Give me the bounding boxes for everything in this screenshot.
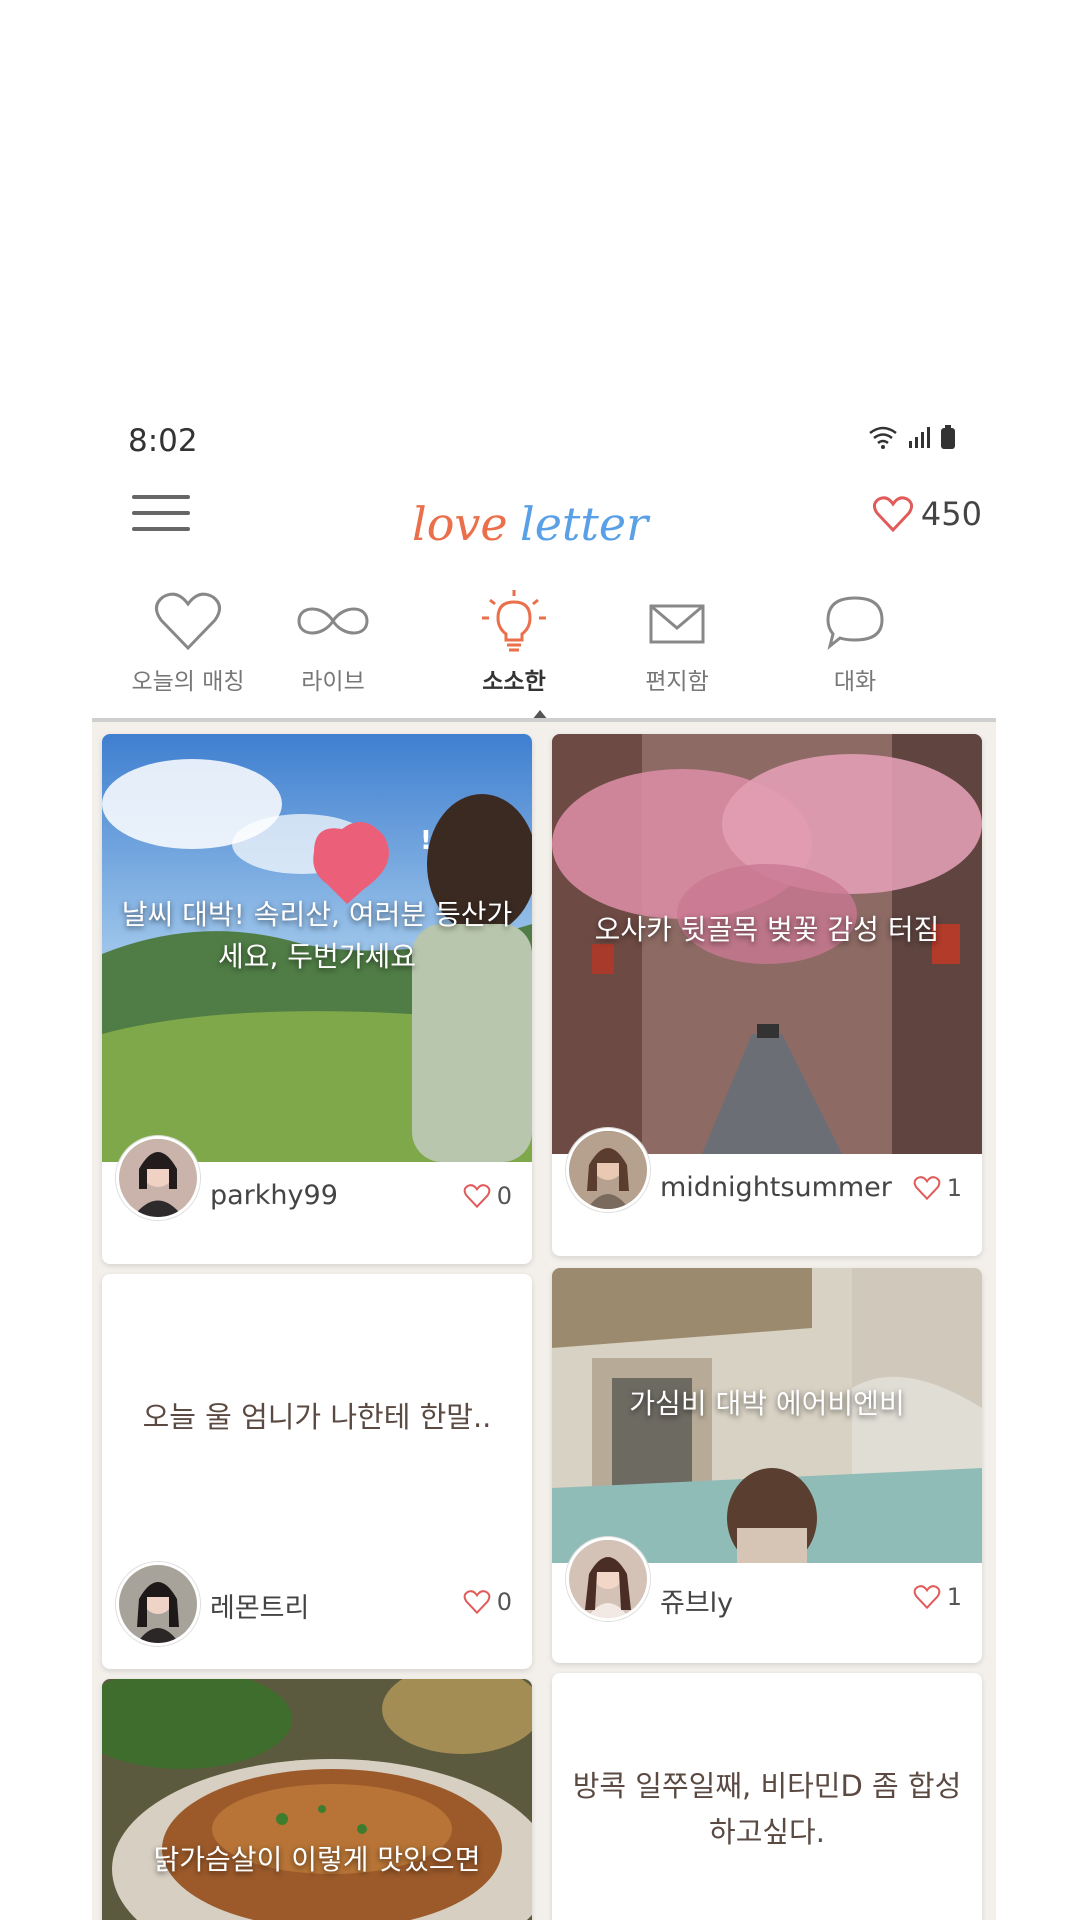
tab-sosohan[interactable]: 소소한 bbox=[439, 590, 589, 696]
logo-word-love: love bbox=[412, 497, 508, 551]
post-caption: 날씨 대박! 속리산, 여러분 등산가세요, 두번가세요 bbox=[121, 898, 513, 973]
post-card[interactable]: 오늘 울 엄니가 나한테 한말.. 레몬트리 0 bbox=[102, 1274, 532, 1669]
nav-tabs: 오늘의 매칭 라이브 소소한 편지함 대화 bbox=[92, 590, 996, 718]
heart-outline-icon bbox=[155, 592, 221, 651]
username: midnightsummer bbox=[660, 1172, 892, 1203]
menu-line-icon bbox=[132, 527, 190, 531]
post-footer: 쥬브ly 1 bbox=[552, 1537, 982, 1633]
post-footer: parkhy99 0 bbox=[102, 1136, 532, 1232]
status-time: 8:02 bbox=[128, 423, 198, 459]
like-count: 1 bbox=[946, 1583, 962, 1611]
avatar[interactable] bbox=[566, 1537, 650, 1621]
post-card[interactable]: 가심비 대박 에어비엔비 쥬브ly 1 bbox=[552, 1268, 982, 1663]
post-card[interactable]: 오사카 뒷골목 벚꽃 감성 터짐 midnightsummer 1 bbox=[552, 734, 982, 1256]
menu-line-icon bbox=[132, 511, 190, 515]
post-footer: 레몬트리 0 bbox=[102, 1562, 532, 1646]
post-card[interactable]: 방콕 일쭈일째, 비타민D 좀 합성하고싶다. bbox=[552, 1673, 982, 1920]
app-screen: 8:02 love letter 450 오늘의 매칭 라이브 소소한 편지함 … bbox=[92, 415, 996, 1920]
like-button[interactable]: 0 bbox=[463, 1588, 512, 1616]
heart-count: 450 bbox=[920, 495, 982, 533]
avatar[interactable] bbox=[566, 1128, 650, 1212]
tab-label: 소소한 bbox=[482, 669, 546, 695]
heart-balance[interactable]: 450 bbox=[872, 495, 982, 533]
tab-label: 오늘의 매칭 bbox=[131, 669, 245, 695]
tab-mailbox[interactable]: 편지함 bbox=[602, 590, 752, 696]
signal-icon bbox=[909, 427, 930, 448]
username: parkhy99 bbox=[210, 1180, 338, 1211]
status-bar: 8:02 bbox=[92, 415, 996, 470]
tab-live[interactable]: 라이브 bbox=[258, 590, 408, 696]
post-footer: midnightsummer 1 bbox=[552, 1128, 982, 1224]
heart-outline-icon bbox=[872, 496, 913, 532]
tab-chat[interactable]: 대화 bbox=[780, 590, 930, 696]
like-count: 1 bbox=[946, 1174, 962, 1202]
menu-line-icon bbox=[132, 495, 190, 499]
like-button[interactable]: 1 bbox=[913, 1583, 962, 1611]
app-header: love letter 450 bbox=[92, 475, 996, 565]
username: 레몬트리 bbox=[210, 1593, 310, 1624]
battery-icon bbox=[941, 425, 955, 449]
speech-bubble-icon bbox=[826, 596, 884, 650]
like-button[interactable]: 0 bbox=[463, 1182, 512, 1210]
like-count: 0 bbox=[496, 1182, 512, 1210]
post-caption: 가심비 대박 에어비엔비 bbox=[629, 1387, 905, 1420]
post-card[interactable]: ! 날씨 대박! 속리산, 여러분 등산가세요, 두번가세요 parkhy99 … bbox=[102, 734, 532, 1264]
heart-outline-icon bbox=[913, 1176, 941, 1200]
heart-outline-icon bbox=[463, 1590, 491, 1614]
tab-label: 라이브 bbox=[301, 669, 365, 695]
post-text: 오늘 울 엄니가 나한테 한말.. bbox=[142, 1400, 492, 1434]
tab-today-matching[interactable]: 오늘의 매칭 bbox=[113, 590, 263, 696]
lightbulb-icon bbox=[482, 590, 546, 652]
logo-word-letter: letter bbox=[520, 497, 651, 551]
like-button[interactable]: 1 bbox=[913, 1174, 962, 1202]
wifi-icon bbox=[869, 426, 897, 449]
post-card[interactable]: 닭가슴살이 이렇게 맛있으면 bbox=[102, 1679, 532, 1920]
tab-label: 편지함 bbox=[645, 669, 709, 695]
hamburger-menu-button[interactable] bbox=[132, 495, 190, 539]
post-caption: 닭가슴살이 이렇게 맛있으면 bbox=[153, 1843, 481, 1876]
status-icons bbox=[868, 425, 956, 449]
username: 쥬브ly bbox=[660, 1588, 734, 1619]
post-image bbox=[102, 1679, 532, 1920]
tab-label: 대화 bbox=[833, 669, 877, 695]
post-text: 방콕 일쭈일째, 비타민D 좀 합성하고싶다. bbox=[572, 1769, 962, 1849]
post-caption: 오사카 뒷골목 벚꽃 감성 터짐 bbox=[594, 913, 940, 946]
heart-outline-icon bbox=[913, 1585, 941, 1609]
svg-text:!: ! bbox=[420, 826, 432, 856]
envelope-icon bbox=[649, 604, 705, 644]
heart-outline-icon bbox=[463, 1184, 491, 1208]
app-logo: love letter bbox=[412, 497, 651, 551]
feed-grid: ! 날씨 대박! 속리산, 여러분 등산가세요, 두번가세요 parkhy99 … bbox=[92, 722, 996, 1920]
avatar[interactable] bbox=[116, 1136, 200, 1220]
like-count: 0 bbox=[496, 1588, 512, 1616]
avatar[interactable] bbox=[116, 1562, 200, 1646]
infinity-icon bbox=[297, 607, 369, 635]
